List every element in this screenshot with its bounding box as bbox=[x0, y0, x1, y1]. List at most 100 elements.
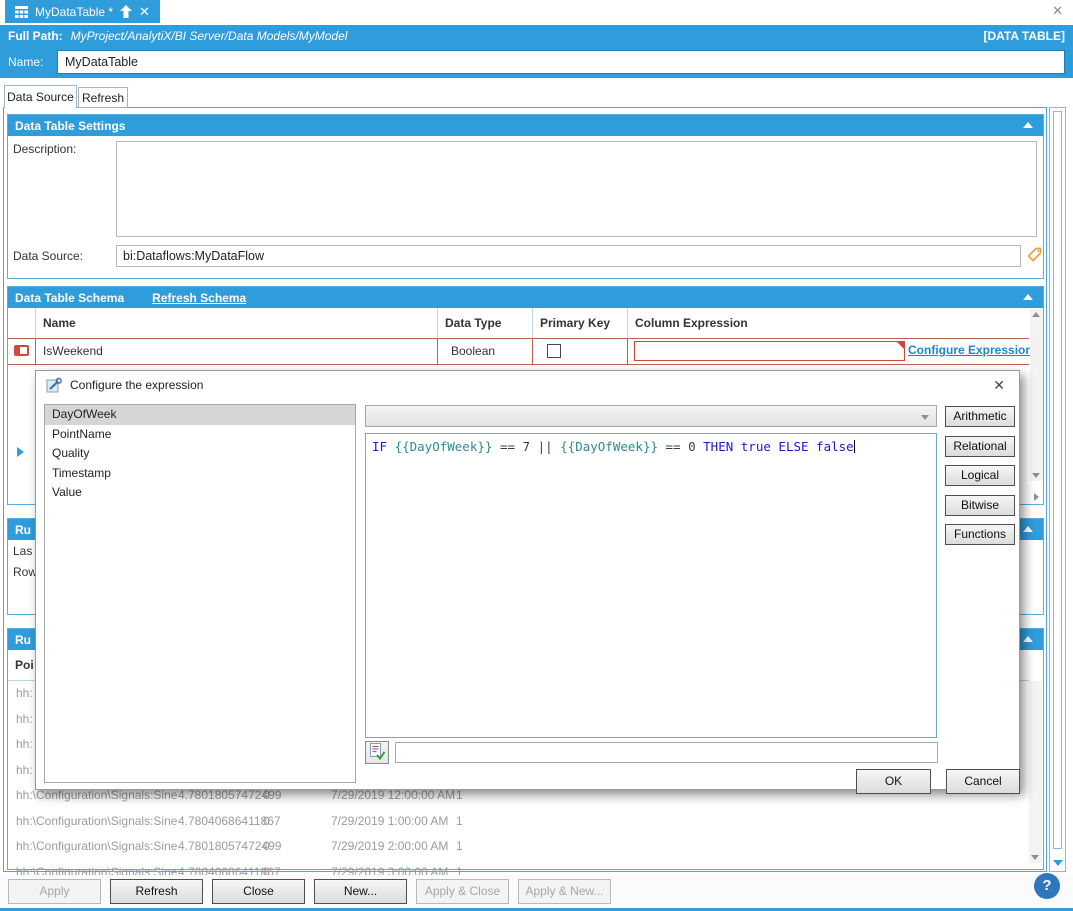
tab-data-source[interactable]: Data Source bbox=[4, 85, 77, 108]
runtime-row[interactable]: hh:\Configuration\Signals:Sine 4.7801805… bbox=[8, 834, 1029, 860]
row-selector-cell[interactable] bbox=[8, 339, 36, 364]
footer-button[interactable]: Refresh bbox=[110, 879, 203, 904]
cell-timestamp: 7/29/2019 1:00:00 AM bbox=[331, 809, 448, 835]
field-list-item[interactable]: DayOfWeek bbox=[45, 405, 355, 425]
footer-button[interactable]: New... bbox=[314, 879, 407, 904]
operator-category-button[interactable]: Arithmetic bbox=[945, 406, 1015, 427]
document-tab-strip: MyDataTable * ✕ ✕ bbox=[0, 0, 1073, 25]
section-title-settings: Data Table Settings bbox=[15, 119, 125, 133]
expression-token: {{DayOfWeek}} bbox=[395, 439, 493, 454]
footer-button[interactable]: Close bbox=[212, 879, 305, 904]
operator-category-button[interactable]: Relational bbox=[945, 436, 1015, 457]
section-header-settings[interactable]: Data Table Settings bbox=[8, 115, 1043, 136]
name-input[interactable] bbox=[57, 50, 1065, 74]
main-vertical-scrollbar[interactable] bbox=[1049, 107, 1066, 872]
col-header-data-type[interactable]: Data Type bbox=[438, 308, 533, 338]
cell-quality: 0 bbox=[263, 834, 270, 860]
table-grid-icon bbox=[15, 6, 28, 18]
full-path-bar: Full Path: MyProject/AnalytiX/BI Server/… bbox=[0, 25, 1073, 46]
cell-name[interactable]: IsWeekend bbox=[36, 339, 438, 364]
scroll-up-icon[interactable] bbox=[1032, 312, 1040, 317]
scrollbar-thumb[interactable] bbox=[1053, 111, 1062, 849]
app-window: MyDataTable * ✕ ✕ Full Path: MyProject/A… bbox=[0, 0, 1073, 911]
expression-token: IF bbox=[372, 439, 395, 454]
tag-picker-icon[interactable] bbox=[1026, 245, 1043, 270]
dialog-title-bar[interactable]: Configure the expression ✕ bbox=[36, 371, 1019, 399]
col-header-column-expression[interactable]: Column Expression bbox=[628, 308, 1029, 338]
footer-button[interactable]: Apply & Close bbox=[416, 879, 509, 904]
footer-button[interactable]: Apply bbox=[8, 879, 101, 904]
operator-category-button[interactable]: Logical bbox=[945, 465, 1015, 486]
section-data-table-settings: Data Table Settings Description: Data So… bbox=[7, 114, 1044, 279]
configure-expression-dialog: Configure the expression ✕ DayOfWeek Poi… bbox=[35, 370, 1020, 790]
column-expression-input[interactable] bbox=[634, 341, 905, 361]
cell-flag: 1 bbox=[456, 809, 463, 835]
collapse-arrow-icon[interactable] bbox=[1023, 122, 1033, 128]
window-close-icon[interactable]: ✕ bbox=[1052, 3, 1063, 19]
validate-icon bbox=[368, 742, 386, 761]
dialog-close-icon[interactable]: ✕ bbox=[993, 377, 1005, 394]
expression-text: IF {{DayOfWeek}} == 7 || {{DayOfWeek}} =… bbox=[372, 439, 854, 454]
expression-token: THEN true ELSE false bbox=[703, 439, 854, 454]
data-source-label: Data Source: bbox=[13, 249, 83, 263]
col-header-primary-key[interactable]: Primary Key bbox=[533, 308, 628, 338]
section-title-run-status: Ru bbox=[15, 523, 31, 537]
cell-primary-key bbox=[533, 339, 628, 364]
collapse-arrow-icon[interactable] bbox=[1023, 636, 1033, 642]
expression-result-input[interactable] bbox=[395, 742, 938, 763]
text-caret bbox=[854, 440, 855, 453]
scroll-down-icon[interactable] bbox=[1032, 473, 1040, 478]
name-bar: Name: bbox=[0, 46, 1073, 78]
scroll-right-icon[interactable] bbox=[1034, 493, 1039, 501]
expression-editor-icon bbox=[46, 377, 63, 398]
primary-key-checkbox[interactable] bbox=[547, 344, 561, 358]
tab-close-icon[interactable]: ✕ bbox=[139, 4, 150, 20]
cell-point-name: hh:\Configuration\Signals:Sine bbox=[16, 834, 177, 860]
document-tab-mydatatable[interactable]: MyDataTable * ✕ bbox=[5, 0, 160, 23]
schema-vertical-scrollbar[interactable] bbox=[1030, 309, 1043, 481]
new-row-marker-icon bbox=[17, 447, 24, 457]
footer-bar: Apply Refresh Close New... Apply & Close… bbox=[0, 875, 1073, 911]
description-label: Description: bbox=[13, 142, 76, 156]
ok-button[interactable]: OK bbox=[856, 769, 931, 794]
scroll-down-icon[interactable] bbox=[1053, 860, 1063, 866]
operator-category-button[interactable]: Functions bbox=[945, 524, 1015, 545]
col-header-name[interactable]: Name bbox=[36, 308, 438, 338]
field-list-item[interactable]: Quality bbox=[45, 444, 355, 464]
full-path-value: MyProject/AnalytiX/BI Server/Data Models… bbox=[71, 29, 348, 43]
runtime-vertical-scrollbar[interactable] bbox=[1029, 681, 1042, 863]
validation-error-marker bbox=[897, 342, 904, 349]
cancel-button[interactable]: Cancel bbox=[946, 769, 1020, 794]
operator-category-button[interactable]: Bitwise bbox=[945, 495, 1015, 516]
help-button[interactable]: ? bbox=[1034, 873, 1060, 899]
validate-expression-button[interactable] bbox=[365, 741, 389, 764]
field-list-item[interactable]: PointName bbox=[45, 425, 355, 445]
collapse-arrow-icon[interactable] bbox=[1023, 526, 1033, 532]
field-list-item[interactable]: Timestamp bbox=[45, 464, 355, 484]
runtime-row[interactable]: hh:\Configuration\Signals:Sine 4.7804068… bbox=[8, 809, 1029, 835]
expression-token: == 7 || bbox=[492, 439, 560, 454]
description-textarea[interactable] bbox=[116, 141, 1037, 237]
navigate-up-icon[interactable] bbox=[120, 5, 132, 18]
footer-button[interactable]: Apply & New... bbox=[518, 879, 611, 904]
expression-editor[interactable]: IF {{DayOfWeek}} == 7 || {{DayOfWeek}} =… bbox=[365, 433, 937, 738]
document-tab-title: MyDataTable * bbox=[35, 5, 113, 19]
field-list-item[interactable]: Value bbox=[45, 483, 355, 503]
cell-point-name: hh:\Configuration\Signals:Sine bbox=[16, 809, 177, 835]
current-row-icon bbox=[14, 345, 29, 356]
collapse-arrow-icon[interactable] bbox=[1023, 294, 1033, 300]
section-title-runtime-data: Ru bbox=[15, 633, 31, 647]
refresh-schema-link[interactable]: Refresh Schema bbox=[152, 291, 246, 305]
name-label: Name: bbox=[8, 55, 43, 69]
schema-table-row[interactable]: IsWeekend Boolean Configure Expression bbox=[8, 338, 1029, 365]
data-source-input[interactable] bbox=[116, 245, 1021, 267]
full-path-label: Full Path: bbox=[8, 29, 63, 43]
operator-dropdown[interactable] bbox=[365, 405, 937, 427]
configure-expression-link[interactable]: Configure Expression bbox=[908, 343, 1033, 357]
dialog-title: Configure the expression bbox=[70, 378, 203, 392]
scroll-down-icon[interactable] bbox=[1031, 855, 1039, 860]
tab-refresh[interactable]: Refresh bbox=[78, 87, 128, 108]
col-header-selector bbox=[8, 308, 36, 338]
section-header-schema[interactable]: Data Table Schema Refresh Schema bbox=[8, 287, 1043, 308]
cell-data-type[interactable]: Boolean bbox=[438, 339, 533, 364]
